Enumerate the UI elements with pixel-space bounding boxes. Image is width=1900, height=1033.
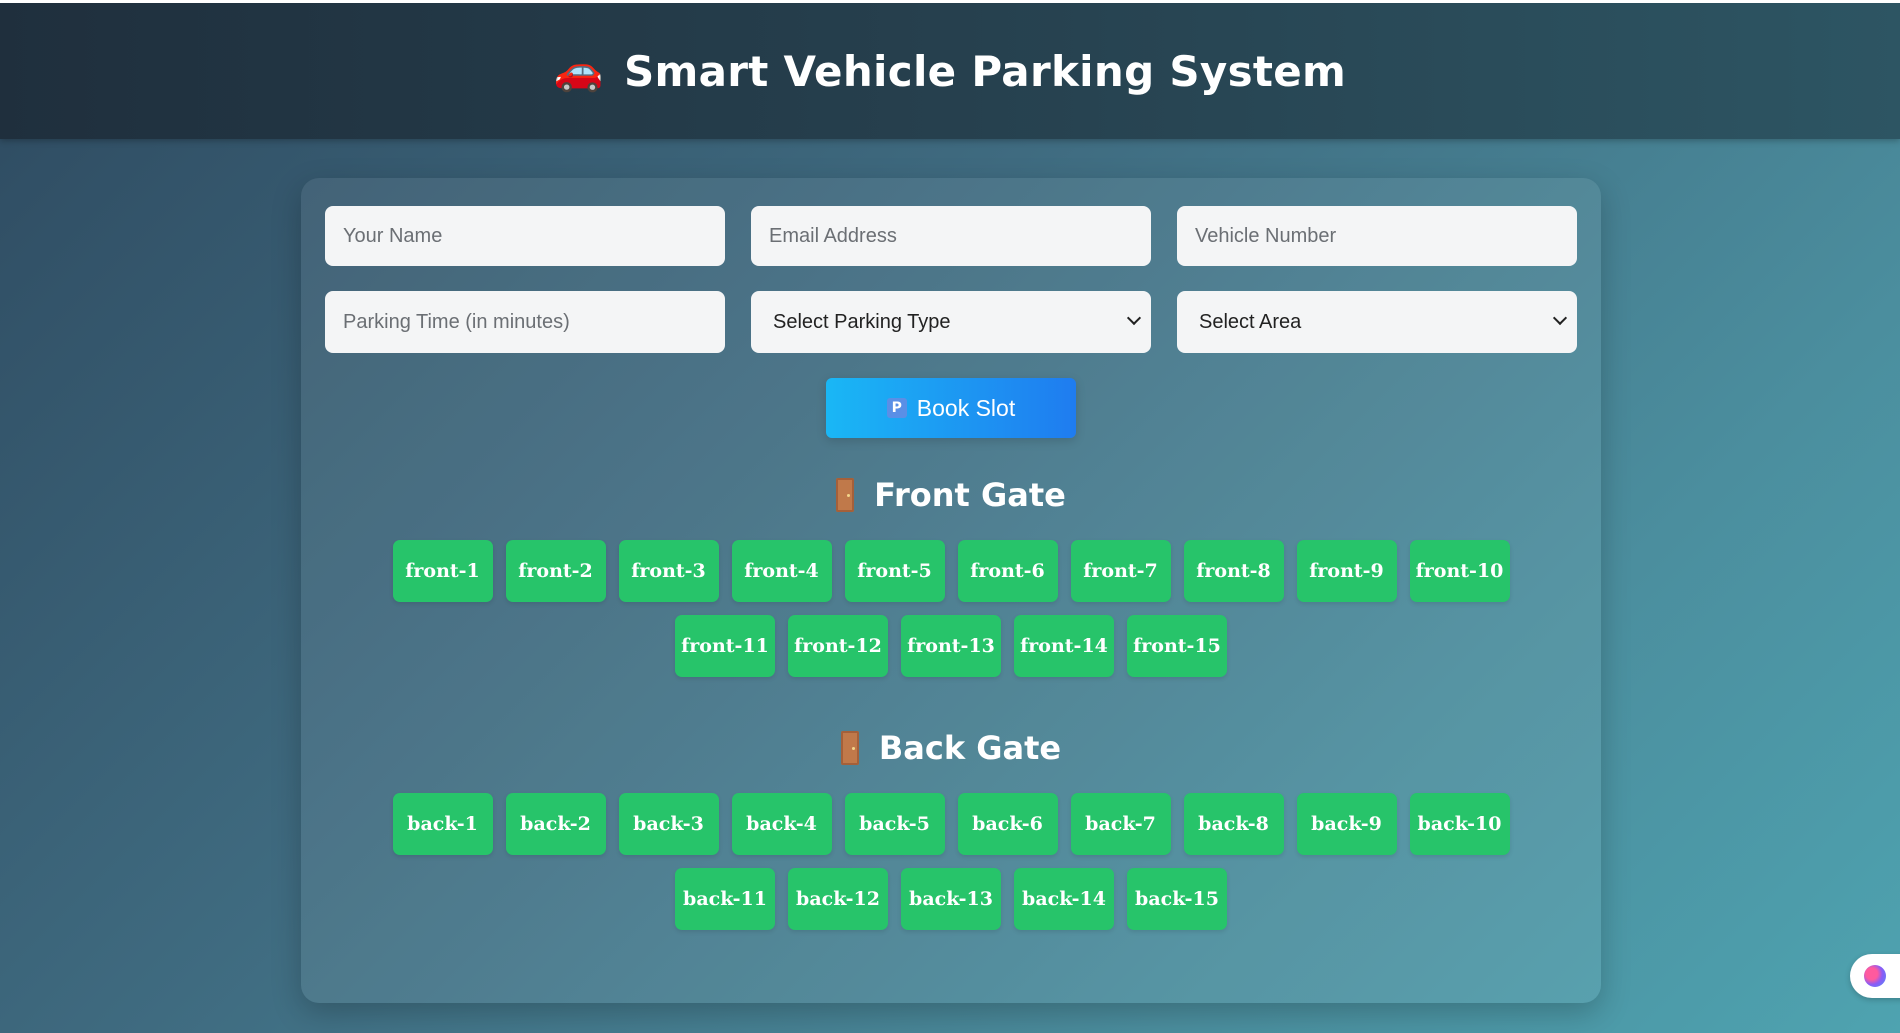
back-slot-button[interactable]: back-11 bbox=[675, 868, 775, 930]
book-slot-button[interactable]: P Book Slot bbox=[826, 378, 1076, 438]
front-slot-button[interactable]: front-1 bbox=[392, 540, 493, 602]
front-gate-slots: front-1 front-2 front-3 front-4 front-5 front… bbox=[301, 540, 1601, 677]
name-input[interactable] bbox=[325, 206, 725, 266]
assistant-button[interactable] bbox=[1850, 954, 1900, 998]
parking-type-select[interactable]: Select Parking Type bbox=[751, 291, 1151, 353]
front-slot-button[interactable]: front-15 bbox=[1127, 615, 1227, 677]
page-title-text: Smart Vehicle Parking System bbox=[623, 46, 1347, 96]
brain-icon bbox=[1864, 965, 1886, 987]
page-title: 🚗 Smart Vehicle Parking System bbox=[554, 47, 1346, 96]
door-icon bbox=[840, 731, 859, 765]
front-slot-button[interactable]: front-11 bbox=[675, 615, 775, 677]
front-slot-button[interactable]: front-13 bbox=[901, 615, 1001, 677]
area-select[interactable]: Select Area bbox=[1177, 291, 1577, 353]
back-gate-slots: back-1 back-2 back-3 back-4 back-5 back-6 back… bbox=[301, 793, 1601, 930]
page-background: 🚗 Smart Vehicle Parking System Select Pa… bbox=[0, 3, 1900, 1033]
parking-time-input[interactable] bbox=[325, 291, 725, 353]
front-slot-button[interactable]: front-4 bbox=[731, 540, 832, 602]
front-slot-button[interactable]: front-7 bbox=[1070, 540, 1171, 602]
back-slot-button[interactable]: back-10 bbox=[1409, 793, 1510, 855]
back-slot-button[interactable]: back-6 bbox=[957, 793, 1058, 855]
back-slot-button[interactable]: back-12 bbox=[788, 868, 888, 930]
front-slot-button[interactable]: front-8 bbox=[1183, 540, 1284, 602]
back-slot-button[interactable]: back-13 bbox=[901, 868, 1001, 930]
parking-type-select-wrapper: Select Parking Type bbox=[751, 291, 1151, 353]
back-slot-button[interactable]: back-2 bbox=[505, 793, 606, 855]
front-slot-button[interactable]: front-5 bbox=[844, 540, 945, 602]
front-slot-button[interactable]: front-2 bbox=[505, 540, 606, 602]
back-slot-button[interactable]: back-9 bbox=[1296, 793, 1397, 855]
front-slot-button[interactable]: front-9 bbox=[1296, 540, 1397, 602]
back-slot-button[interactable]: back-15 bbox=[1127, 868, 1227, 930]
back-slot-button[interactable]: back-1 bbox=[392, 793, 493, 855]
front-slot-button[interactable]: front-12 bbox=[788, 615, 888, 677]
back-slot-button[interactable]: back-3 bbox=[618, 793, 719, 855]
door-icon bbox=[836, 478, 855, 512]
back-slot-button[interactable]: back-5 bbox=[844, 793, 945, 855]
back-gate-heading: Back Gate bbox=[301, 729, 1601, 767]
area-select-wrapper: Select Area bbox=[1177, 291, 1577, 353]
back-slot-button[interactable]: back-14 bbox=[1014, 868, 1114, 930]
vehicle-number-input[interactable] bbox=[1177, 206, 1577, 266]
back-slot-button[interactable]: back-8 bbox=[1183, 793, 1284, 855]
front-gate-title: Front Gate bbox=[874, 476, 1066, 514]
parking-icon: P bbox=[886, 398, 907, 418]
header-bar: 🚗 Smart Vehicle Parking System bbox=[0, 3, 1900, 139]
back-slot-button[interactable]: back-4 bbox=[731, 793, 832, 855]
front-slot-button[interactable]: front-6 bbox=[957, 540, 1058, 602]
front-slot-button[interactable]: front-10 bbox=[1409, 540, 1510, 602]
front-slot-button[interactable]: front-14 bbox=[1014, 615, 1114, 677]
email-input[interactable] bbox=[751, 206, 1151, 266]
book-slot-label: Book Slot bbox=[916, 394, 1016, 421]
back-slot-button[interactable]: back-7 bbox=[1070, 793, 1171, 855]
back-gate-title: Back Gate bbox=[878, 729, 1062, 767]
front-gate-heading: Front Gate bbox=[301, 476, 1601, 514]
front-slot-button[interactable]: front-3 bbox=[618, 540, 719, 602]
car-icon: 🚗 bbox=[553, 48, 604, 94]
booking-card: Select Parking Type Select Area P Book S… bbox=[301, 178, 1601, 1003]
